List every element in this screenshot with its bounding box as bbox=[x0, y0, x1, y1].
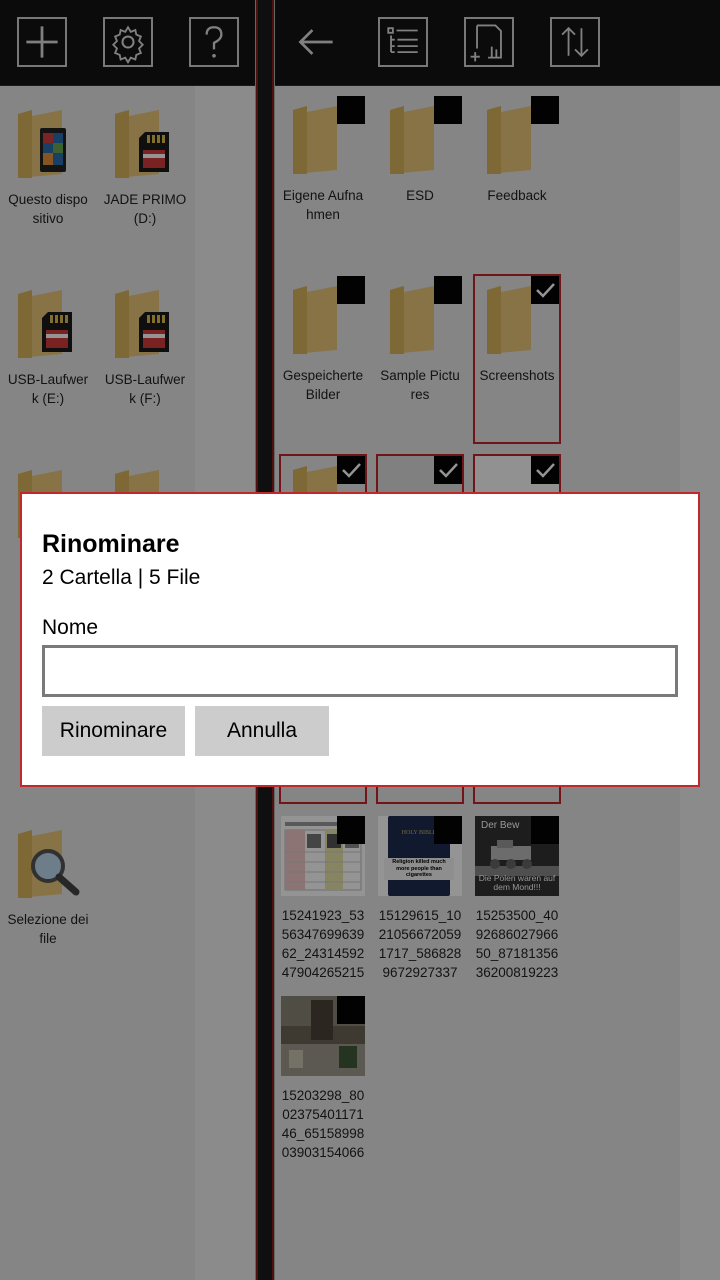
name-label: Nome bbox=[42, 616, 99, 639]
selection-summary: 2 Cartella | 5 File bbox=[42, 566, 201, 589]
cancel-button[interactable]: Annulla bbox=[195, 706, 329, 756]
rename-confirm-button[interactable]: Rinominare bbox=[42, 706, 185, 756]
name-input[interactable] bbox=[42, 645, 678, 697]
rename-dialog: Rinominare 2 Cartella | 5 File Nome Rino… bbox=[20, 492, 700, 787]
dialog-title: Rinominare bbox=[42, 530, 180, 558]
